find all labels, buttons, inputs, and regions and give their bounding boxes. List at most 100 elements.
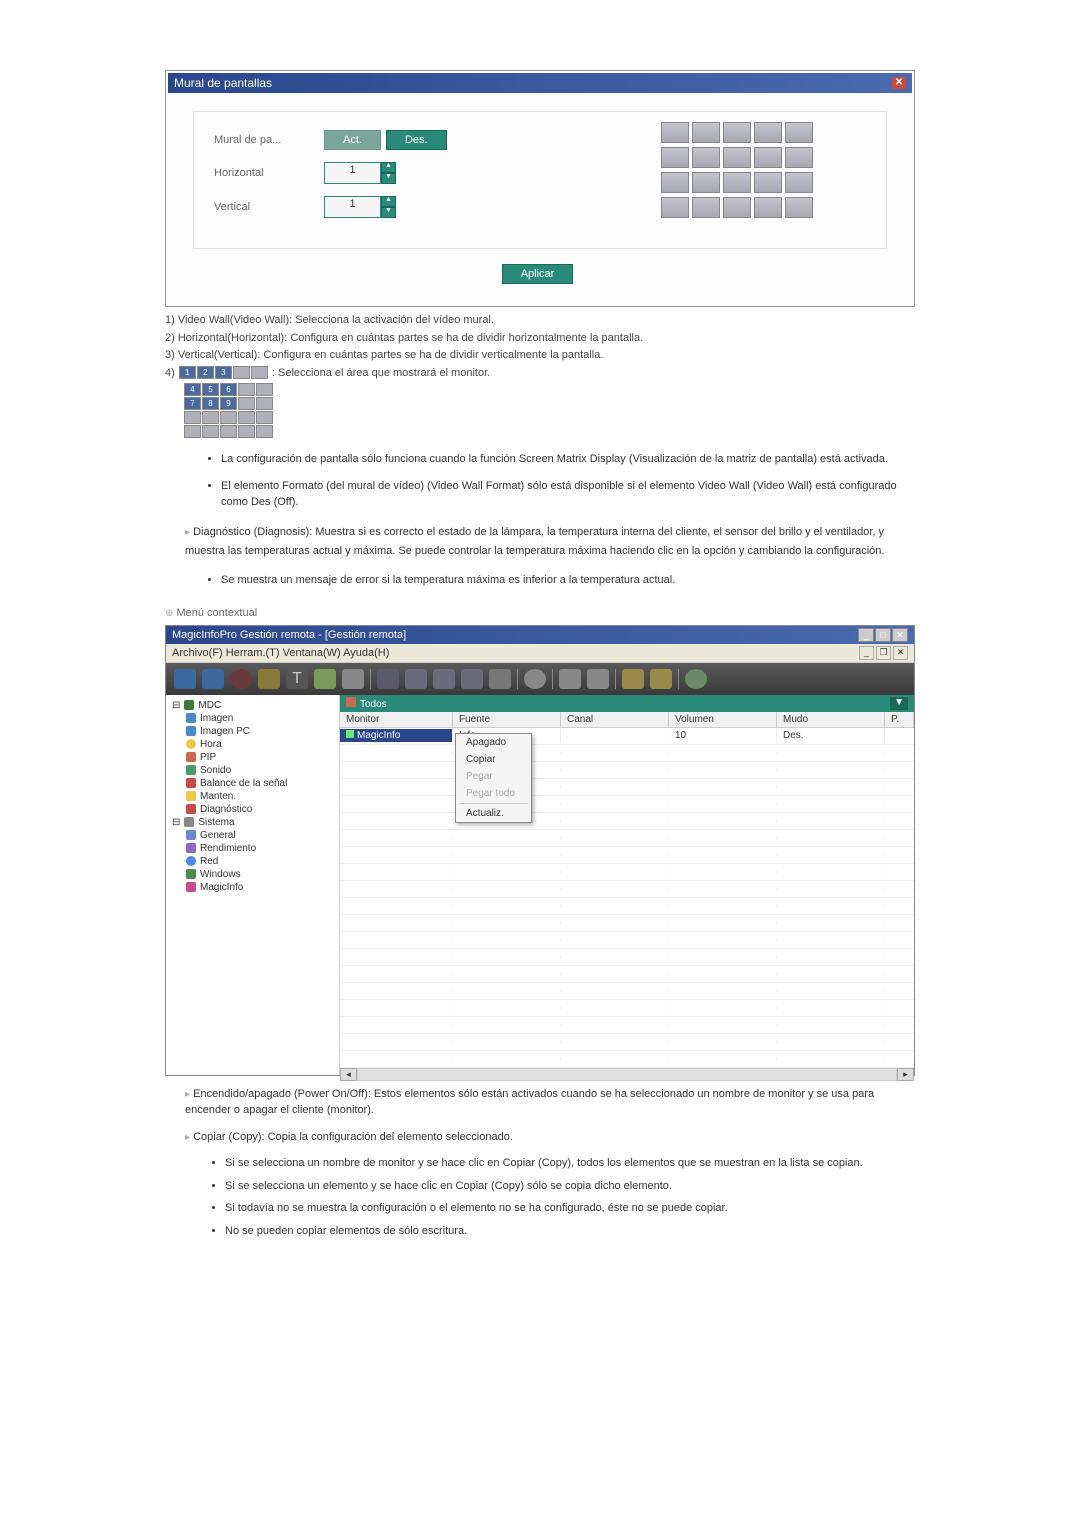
tree-sistema[interactable]: ⊟ Sistema — [170, 816, 335, 829]
bullet-copy-3: Si todavía no se muestra la configuració… — [225, 1200, 915, 1217]
tree-hora[interactable]: Hora — [170, 738, 335, 751]
mural-label: Mural de pa... — [214, 134, 324, 146]
bullet-copy-2: Si se selecciona un elemento y se hace c… — [225, 1178, 915, 1195]
menu-pegar: Pegar — [456, 768, 531, 785]
diagnosis-marker-icon: ▸ — [185, 527, 190, 538]
sub-restore-icon[interactable]: ❐ — [876, 646, 891, 660]
tree-imagen-pc[interactable]: Imagen PC — [170, 725, 335, 738]
col-fuente[interactable]: Fuente — [453, 712, 561, 727]
scroll-right-icon[interactable]: ▸ — [897, 1068, 914, 1081]
toolbar-icon-t[interactable]: T — [286, 669, 308, 689]
mini-grid-icon: 123 — [178, 365, 269, 380]
tree-red[interactable]: Red — [170, 855, 335, 868]
bullet-config: La configuración de pantalla sólo funcio… — [221, 451, 915, 468]
toolbar-icon-redo[interactable] — [650, 669, 672, 689]
col-volumen[interactable]: Volumen — [669, 712, 777, 727]
copy-paragraph: Copiar (Copy): Copia la configuración de… — [193, 1131, 513, 1143]
table-header: Monitor Fuente Canal Volumen Mudo P. — [340, 712, 914, 728]
context-menu: Apagado Copiar Pegar Pegar todo Actualiz… — [455, 733, 532, 823]
desc-line-4: 4) 123 : Selecciona el área que mostrará… — [165, 365, 915, 383]
toolbar-icon-2[interactable] — [202, 669, 224, 689]
tree-magicinfo[interactable]: MagicInfo — [170, 881, 335, 894]
toolbar-icon-3[interactable] — [230, 669, 252, 689]
window-controls: _ □ ✕ — [858, 628, 908, 642]
toolbar-icon-delete[interactable] — [489, 669, 511, 689]
horizontal-scrollbar[interactable]: ◂ ▸ — [340, 1068, 914, 1081]
tree-sonido[interactable]: Sonido — [170, 764, 335, 777]
bullet-formato: El elemento Formato (del mural de vídeo)… — [221, 478, 915, 511]
chevron-down-icon[interactable]: ▼ — [381, 207, 396, 218]
table-body: MagicInfo Info 10 Des. — [340, 728, 914, 1068]
tree-root[interactable]: ⊟ MDC — [170, 699, 335, 712]
cell-mudo: Des. — [777, 729, 885, 742]
maximize-icon[interactable]: □ — [875, 628, 891, 642]
toolbar-icon-paste-all[interactable] — [461, 669, 483, 689]
dialog-title-text: Mural de pantallas — [174, 76, 272, 90]
power-paragraph: Encendido/apagado (Power On/Off): Estos … — [185, 1088, 874, 1117]
chevron-up-icon[interactable]: ▲ — [381, 162, 396, 173]
mini-grid-full-icon: 456 789 — [183, 382, 274, 439]
cell-monitor: MagicInfo — [340, 729, 453, 742]
tree-pip[interactable]: PIP — [170, 751, 335, 764]
table-row[interactable]: MagicInfo Info 10 Des. — [340, 728, 914, 745]
tree-rendimiento[interactable]: Rendimiento — [170, 842, 335, 855]
tree-diagnostico[interactable]: Diagnóstico — [170, 803, 335, 816]
horizontal-value: 1 — [324, 162, 381, 184]
menu-copiar[interactable]: Copiar — [456, 751, 531, 768]
bullet-diag: Se muestra un mensaje de error si la tem… — [221, 572, 915, 589]
vertical-stepper[interactable]: 1 ▲ ▼ — [324, 196, 396, 218]
menu-apagado[interactable]: Apagado — [456, 734, 531, 751]
toolbar-icon-7[interactable] — [342, 669, 364, 689]
toolbar-icon-1[interactable] — [174, 669, 196, 689]
col-monitor[interactable]: Monitor — [340, 712, 453, 727]
col-mudo[interactable]: Mudo — [777, 712, 885, 727]
context-menu-heading: Menú contextual — [176, 607, 257, 619]
toolbar-icon-paste[interactable] — [433, 669, 455, 689]
chevron-down-icon[interactable]: ▼ — [381, 173, 396, 184]
menu-actualiz[interactable]: Actualiz. — [456, 805, 531, 822]
toolbar-icon-wrench[interactable] — [258, 669, 280, 689]
app-titlebar: MagicInfoPro Gestión remota - [Gestión r… — [166, 626, 914, 644]
video-wall-dialog: Mural de pantallas ✕ Mural de pa... Act.… — [165, 70, 915, 307]
sub-close-icon[interactable]: ✕ — [893, 646, 908, 660]
desc-line-1: 1) Video Wall(Video Wall): Selecciona la… — [165, 312, 915, 330]
dropdown-arrow-icon[interactable]: ▼ — [890, 697, 908, 710]
act-button[interactable]: Act. — [324, 130, 381, 150]
toolbar-icon-info[interactable] — [685, 669, 707, 689]
tree-imagen[interactable]: Imagen — [170, 712, 335, 725]
scroll-left-icon[interactable]: ◂ — [340, 1068, 357, 1081]
col-canal[interactable]: Canal — [561, 712, 669, 727]
app-window: MagicInfoPro Gestión remota - [Gestión r… — [165, 625, 915, 1076]
toolbar-icon-15[interactable] — [587, 669, 609, 689]
toolbar-icon-copy[interactable] — [405, 669, 427, 689]
tree-windows[interactable]: Windows — [170, 868, 335, 881]
vertical-label: Vertical — [214, 201, 324, 213]
sub-minimize-icon[interactable]: _ — [859, 646, 874, 660]
copy-marker-icon: ▸ — [185, 1132, 190, 1143]
app-title: MagicInfoPro Gestión remota - [Gestión r… — [172, 629, 406, 641]
menubar: Archivo(F) Herram.(T) Ventana(W) Ayuda(H… — [166, 644, 914, 663]
tree-general[interactable]: General — [170, 829, 335, 842]
desc-line-2: 2) Horizontal(Horizontal): Configura en … — [165, 330, 915, 348]
aplicar-button[interactable]: Aplicar — [502, 264, 574, 284]
chevron-up-icon[interactable]: ▲ — [381, 196, 396, 207]
toolbar-icon-8[interactable] — [377, 669, 399, 689]
toolbar-icon-undo[interactable] — [622, 669, 644, 689]
minimize-icon[interactable]: _ — [858, 628, 874, 642]
des-button[interactable]: Des. — [386, 130, 447, 150]
col-p[interactable]: P. — [885, 712, 914, 727]
tree-balance[interactable]: Balance de la señal — [170, 777, 335, 790]
tree-manten[interactable]: Manten. — [170, 790, 335, 803]
toolbar-icon-gear[interactable] — [524, 669, 546, 689]
tree-panel: ⊟ MDC Imagen Imagen PC Hora PIP Sonido B… — [166, 695, 340, 1075]
close-icon[interactable]: ✕ — [892, 77, 906, 89]
diagnosis-paragraph: Diagnóstico (Diagnosis): Muestra si es c… — [185, 526, 884, 557]
horizontal-stepper[interactable]: 1 ▲ ▼ — [324, 162, 396, 184]
context-menu-marker-icon: ⊕ — [165, 608, 173, 619]
toolbar-icon-6[interactable] — [314, 669, 336, 689]
close-icon[interactable]: ✕ — [892, 628, 908, 642]
desc-line-3: 3) Vertical(Vertical): Configura en cuán… — [165, 347, 915, 365]
menubar-text[interactable]: Archivo(F) Herram.(T) Ventana(W) Ayuda(H… — [172, 647, 389, 659]
grid-preview — [661, 122, 816, 222]
toolbar-icon-14[interactable] — [559, 669, 581, 689]
